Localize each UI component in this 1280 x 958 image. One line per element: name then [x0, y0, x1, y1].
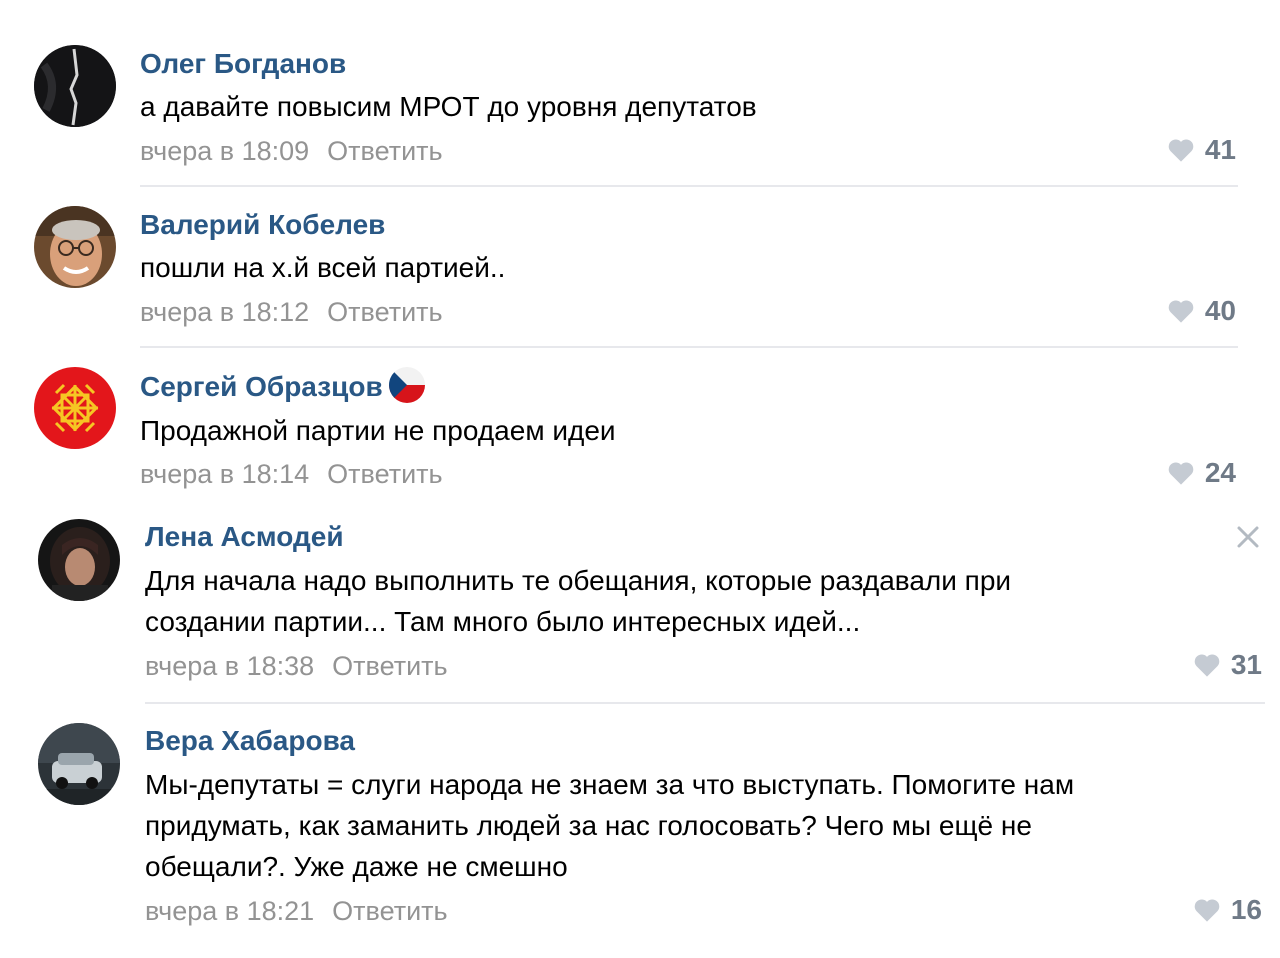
comment-author[interactable]: Валерий Кобелев [140, 208, 385, 242]
reply-button[interactable]: Ответить [327, 136, 442, 166]
heart-icon [1168, 300, 1194, 323]
heart-icon [1168, 462, 1194, 485]
reply-button[interactable]: Ответить [332, 651, 447, 681]
comment-text: Мы-депутаты = слуги народа не знаем за ч… [145, 769, 1075, 800]
comment-text: придумать, как заманить людей за нас гол… [145, 810, 1032, 841]
comment-author[interactable]: Лена Асмодей [145, 520, 344, 554]
like-count: 16 [1230, 894, 1262, 925]
comment-meta: вчера в 18:14 Ответить [140, 457, 443, 491]
avatar[interactable] [34, 206, 116, 288]
comment-divider [145, 702, 1265, 704]
avatar[interactable] [34, 45, 116, 127]
reply-button[interactable]: Ответить [327, 459, 442, 489]
comment-meta: вчера в 18:21 Ответить [145, 894, 448, 928]
comment-author[interactable]: Олег Богданов [140, 47, 346, 81]
czech-flag-icon [389, 367, 425, 403]
comment-divider [140, 185, 1238, 187]
avatar[interactable] [38, 519, 120, 601]
comment-meta: вчера в 18:09 Ответить [140, 134, 443, 168]
comment-divider [140, 346, 1238, 348]
like-button[interactable]: 16 [1193, 893, 1262, 927]
comment-meta: вчера в 18:38 Ответить [145, 649, 448, 683]
comment-text: создании партии... Там много было интере… [145, 606, 861, 637]
car-photo-avatar-icon [38, 723, 120, 805]
comment-author[interactable]: Вера Хабарова [145, 724, 355, 758]
red-ornament-avatar-icon [34, 367, 116, 449]
reply-button[interactable]: Ответить [332, 896, 447, 926]
like-count: 40 [1204, 295, 1236, 326]
heart-icon [1168, 139, 1194, 162]
avatar[interactable] [38, 723, 120, 805]
like-count: 31 [1230, 649, 1262, 680]
comment-author[interactable]: Сергей Образцов [140, 370, 383, 404]
like-button[interactable]: 31 [1193, 648, 1262, 682]
comment-date[interactable]: вчера в 18:12 [140, 297, 309, 327]
dark-abstract-avatar-icon [34, 45, 116, 127]
reply-button[interactable]: Ответить [327, 297, 442, 327]
comment-text: пошли на х.й всей партией.. [140, 252, 506, 283]
comment-date[interactable]: вчера в 18:38 [145, 651, 314, 681]
like-button[interactable]: 24 [1167, 456, 1236, 490]
heart-icon [1194, 654, 1220, 677]
comment-date[interactable]: вчера в 18:09 [140, 136, 309, 166]
like-button[interactable]: 40 [1167, 294, 1236, 328]
avatar[interactable] [34, 367, 116, 449]
like-button[interactable]: 41 [1167, 133, 1236, 167]
close-icon[interactable] [1235, 524, 1261, 550]
like-count: 41 [1204, 134, 1236, 165]
man-with-glasses-avatar-icon [34, 206, 116, 288]
comment-date[interactable]: вчера в 18:21 [145, 896, 314, 926]
comment-meta: вчера в 18:12 Ответить [140, 295, 443, 329]
heart-icon [1194, 899, 1220, 922]
like-count: 24 [1204, 457, 1236, 488]
comment-date[interactable]: вчера в 18:14 [140, 459, 309, 489]
comment-text: а давайте повысим МРОТ до уровня депутат… [140, 91, 757, 122]
comment-text: обещали?. Уже даже не смешно [145, 851, 568, 882]
comment-text: Для начала надо выполнить те обещания, к… [145, 565, 1012, 596]
comment-text: Продажной партии не продаем идеи [140, 415, 616, 446]
woman-portrait-avatar-icon [38, 519, 120, 601]
